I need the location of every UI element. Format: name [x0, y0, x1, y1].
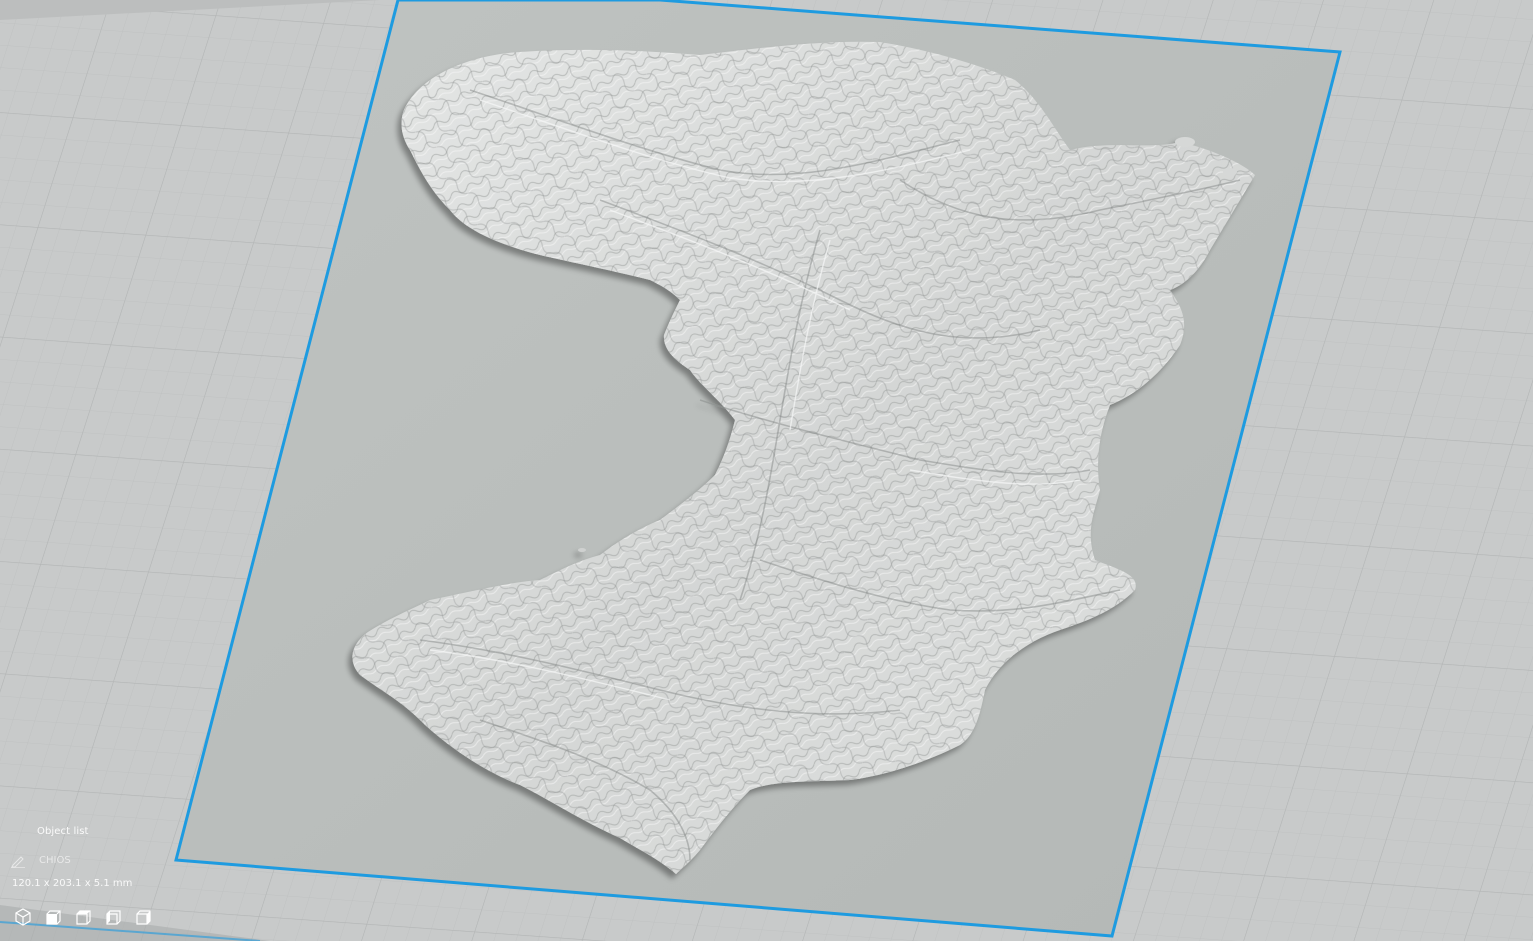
pencil-icon[interactable] [10, 853, 26, 868]
cube-3d-icon [15, 908, 31, 926]
3d-viewport[interactable]: Object list CHIOS 120.1 x 203.1 x 5.1 mm [0, 0, 1533, 941]
cube-right-icon [136, 910, 151, 925]
view-3d-button[interactable] [12, 906, 34, 928]
view-right-button[interactable] [132, 906, 154, 928]
build-plate-scene[interactable] [0, 0, 1533, 941]
view-toolbar [12, 906, 154, 928]
view-left-button[interactable] [102, 906, 124, 928]
object-list-item[interactable]: CHIOS [10, 852, 71, 868]
cube-top-icon [76, 910, 91, 925]
cube-left-icon [106, 910, 121, 925]
object-name[interactable]: CHIOS [39, 855, 71, 866]
object-list-title: Object list [37, 826, 89, 837]
view-front-button[interactable] [42, 906, 64, 928]
cube-front-icon [46, 910, 61, 925]
object-dimensions: 120.1 x 203.1 x 5.1 mm [12, 878, 133, 889]
view-top-button[interactable] [72, 906, 94, 928]
